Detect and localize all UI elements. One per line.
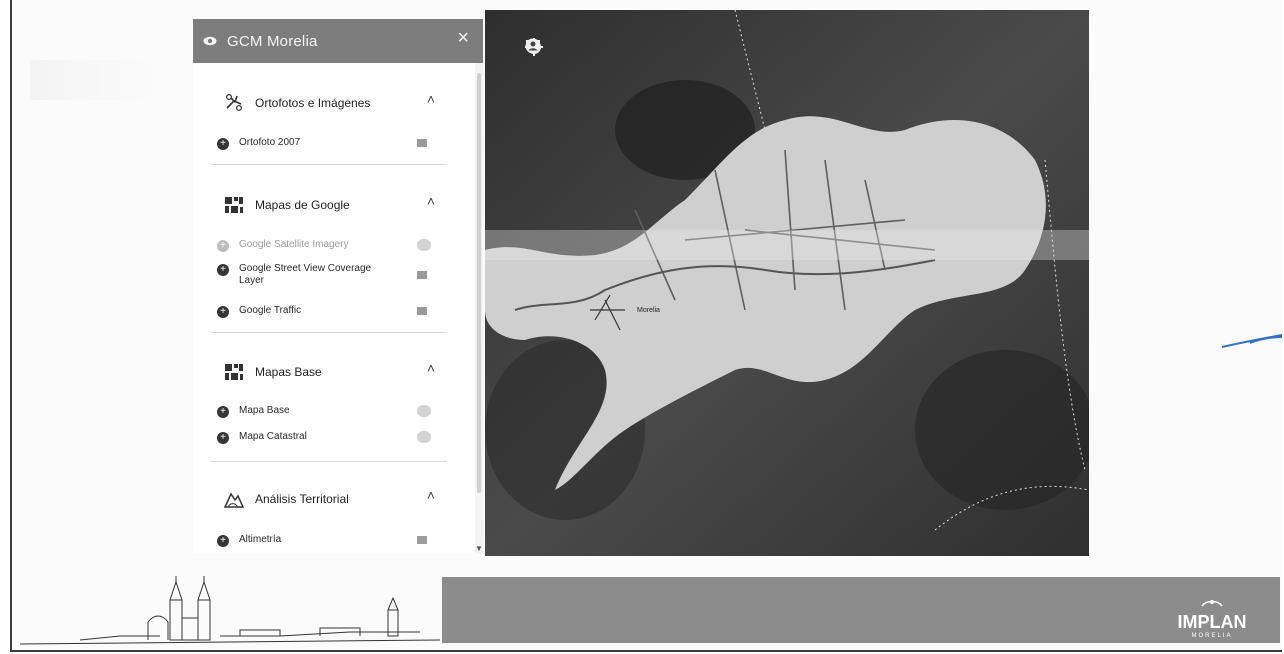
add-layer-icon[interactable]: + xyxy=(217,306,229,318)
section-mapas-base: Mapas Base ˄ xyxy=(211,358,447,386)
footer-band xyxy=(442,577,1280,643)
section-title: Mapas Base xyxy=(255,365,322,379)
map-view[interactable]: Morelia xyxy=(485,10,1089,556)
implan-logo: IMPLAN MORELIA xyxy=(1170,591,1254,639)
cathedral-skyline-drawing xyxy=(20,576,440,645)
layer-toggle[interactable] xyxy=(417,405,431,417)
layer-item-google-satellite[interactable]: + Google Satellite Imagery xyxy=(217,239,457,252)
close-icon[interactable]: × xyxy=(457,27,469,50)
section-title: Mapas de Google xyxy=(255,198,350,212)
layer-label: Mapa Base xyxy=(239,405,290,416)
add-layer-icon[interactable]: + xyxy=(217,406,229,418)
chevron-up-icon[interactable]: ˄ xyxy=(427,91,435,107)
layer-panel: Ortofotos e Imágenes ˄ + Ortofoto 2007 M… xyxy=(193,63,475,553)
faded-background-text xyxy=(30,60,150,100)
satellite-map xyxy=(485,10,1089,556)
add-layer-icon[interactable]: + xyxy=(217,535,229,547)
layer-label: Ortofoto 2007 xyxy=(239,137,301,148)
layer-item-google-street-view[interactable]: + Google Street View Coverage Layer xyxy=(217,263,457,287)
section-header[interactable]: Ortofotos e Imágenes ˄ xyxy=(211,89,447,117)
landscape-icon xyxy=(223,488,245,510)
add-layer-icon[interactable]: + xyxy=(217,264,229,276)
layer-toggle[interactable] xyxy=(417,239,431,251)
section-mapas-google: Mapas de Google ˄ xyxy=(211,191,447,219)
layer-toggle[interactable] xyxy=(417,307,427,315)
layer-label: Mapa Catastral xyxy=(239,431,307,442)
eye-icon[interactable] xyxy=(203,34,217,48)
section-title: Ortofotos e Imágenes xyxy=(255,96,371,110)
layer-toggle[interactable] xyxy=(417,431,431,443)
add-layer-icon[interactable]: + xyxy=(217,240,229,252)
add-layer-icon[interactable]: + xyxy=(217,138,229,150)
add-layer-icon[interactable]: + xyxy=(217,432,229,444)
section-ortofotos: Ortofotos e Imágenes ˄ xyxy=(211,89,447,117)
divider xyxy=(211,164,447,165)
drone-icon xyxy=(223,92,245,114)
panel-header: GCM Morelia × xyxy=(193,19,483,63)
section-analisis-territorial: Análisis Territorial ˄ xyxy=(211,485,447,513)
section-header[interactable]: Mapas Base ˄ xyxy=(211,358,447,386)
home-icon[interactable] xyxy=(526,38,613,58)
section-header[interactable]: Análisis Territorial ˄ xyxy=(211,485,447,513)
grid-map-icon xyxy=(223,361,245,383)
layer-toggle[interactable] xyxy=(417,536,427,544)
scrollbar-thumb[interactable] xyxy=(477,73,481,493)
layer-label: Google Satellite Imagery xyxy=(239,239,349,250)
section-header[interactable]: Mapas de Google ˄ xyxy=(211,191,447,219)
logo-text: IMPLAN xyxy=(1177,612,1247,632)
layer-item-mapa-catastral[interactable]: + Mapa Catastral xyxy=(217,431,457,444)
layer-item-google-traffic[interactable]: + Google Traffic xyxy=(217,305,457,318)
city-label: Morelia xyxy=(637,307,660,314)
layer-item-mapa-base[interactable]: + Mapa Base xyxy=(217,405,457,418)
panel-title: GCM Morelia xyxy=(227,32,318,50)
layer-label: Google Street View Coverage Layer xyxy=(239,263,372,286)
logo-mark-icon xyxy=(1201,600,1223,607)
layer-item-altimetria[interactable]: + Altimetría xyxy=(217,534,457,547)
map-toolbar xyxy=(525,38,647,58)
chevron-up-icon[interactable]: ˄ xyxy=(427,360,435,376)
pen-mark-drawing xyxy=(1221,334,1283,348)
layer-item-ortofoto-2007[interactable]: + Ortofoto 2007 xyxy=(217,137,457,150)
user-icon[interactable] xyxy=(525,38,647,58)
scroll-down-arrow-icon[interactable]: ▼ xyxy=(475,544,483,553)
locate-icon[interactable] xyxy=(525,38,579,58)
logo-subtext: MORELIA xyxy=(1191,633,1233,639)
layer-label: Altimetría xyxy=(239,534,282,545)
grid-map-icon xyxy=(223,194,245,216)
layer-toggle[interactable] xyxy=(417,271,427,279)
chevron-up-icon[interactable]: ˄ xyxy=(427,487,435,503)
layer-toggle[interactable] xyxy=(417,139,427,147)
divider xyxy=(211,461,447,462)
panel-scrollbar[interactable]: ▼ xyxy=(475,63,483,553)
chevron-up-icon[interactable]: ˄ xyxy=(427,193,435,209)
divider xyxy=(211,332,447,333)
layer-label: Google Traffic xyxy=(239,305,302,316)
section-title: Análisis Territorial xyxy=(255,492,349,506)
